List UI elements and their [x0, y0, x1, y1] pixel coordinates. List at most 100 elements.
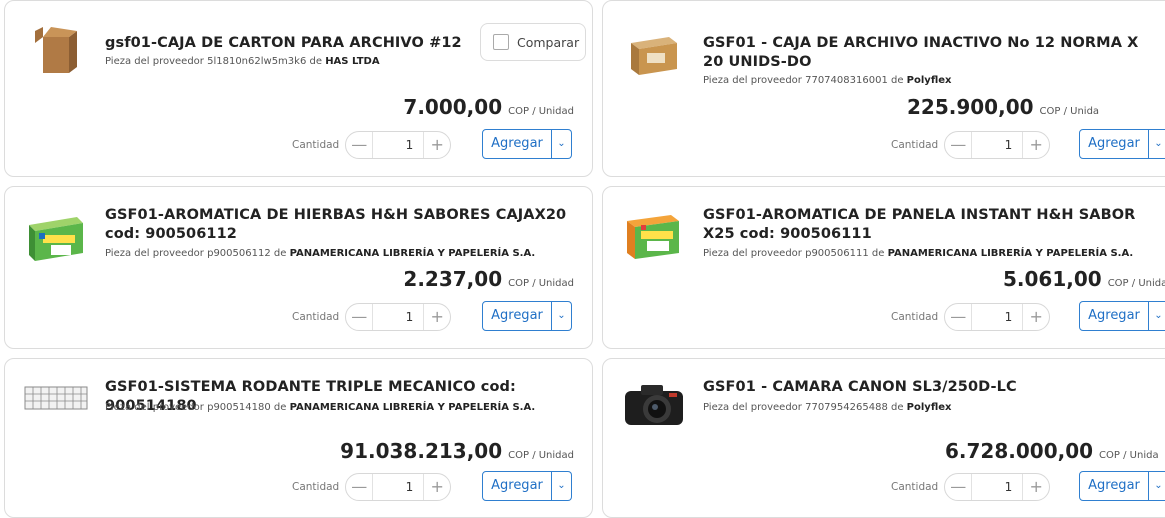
price-row: 2.237,00 COP / Unidad [403, 267, 574, 291]
supplier-name: Polyflex [906, 402, 952, 413]
supplier-name: PANAMERICANA LIBRERÍA Y PAPELERÍA S.A. [289, 248, 536, 259]
quantity-stepper[interactable]: — 1 + [944, 303, 1051, 331]
product-supplier: Pieza del proveedor p900506111 de PANAME… [703, 248, 1134, 259]
quantity-input[interactable]: 1 [971, 304, 1024, 330]
increment-button[interactable]: + [1023, 474, 1049, 500]
product-card: GSF01 - CAJA DE ARCHIVO INACTIVO No 12 N… [602, 0, 1165, 177]
quantity-input[interactable]: 1 [372, 304, 425, 330]
product-card: GSF01-AROMATICA DE HIERBAS H&H SABORES C… [4, 186, 593, 349]
increment-button[interactable]: + [1023, 132, 1049, 158]
supplier-name: HAS LTDA [325, 56, 380, 67]
product-card: GSF01 - CAMARA CANON SL3/250D-LC Pieza d… [602, 358, 1165, 518]
add-to-cart-group: Agregar ⌄ [482, 301, 572, 331]
compare-checkbox[interactable] [493, 34, 509, 50]
quantity-stepper[interactable]: — 1 + [345, 131, 452, 159]
product-price: 225.900,00 [907, 95, 1034, 119]
cardboard-box-image [35, 27, 77, 73]
product-price: 2.237,00 [403, 267, 503, 291]
product-card: GSF01-SISTEMA RODANTE TRIPLE MECANICO co… [4, 358, 593, 518]
price-row: 5.061,00 COP / Unida [1003, 267, 1165, 291]
increment-button[interactable]: + [1023, 304, 1049, 330]
quantity-label: Cantidad [891, 481, 939, 493]
quantity-stepper[interactable]: — 1 + [944, 473, 1051, 501]
quantity-control: Cantidad — 1 + [891, 131, 1051, 159]
compare-toggle[interactable]: Comparar [480, 23, 586, 61]
product-price: 7.000,00 [403, 95, 503, 119]
decrement-button[interactable]: — [945, 132, 971, 158]
quantity-stepper[interactable]: — 1 + [944, 131, 1051, 159]
price-unit: COP / Unidad [508, 278, 574, 289]
add-button[interactable]: Agregar [482, 129, 552, 159]
price-unit: COP / Unida [1107, 278, 1165, 289]
product-price: 6.728.000,00 [945, 439, 1094, 463]
product-title[interactable]: GSF01-AROMATICA DE HIERBAS H&H SABORES C… [105, 206, 575, 244]
quantity-label: Cantidad [292, 311, 340, 323]
add-button[interactable]: Agregar [482, 471, 552, 501]
add-to-cart-group: Agregar ⌄ [1079, 471, 1165, 501]
compare-label: Comparar [517, 34, 580, 50]
price-row: 225.900,00 COP / Unida [907, 95, 1163, 119]
product-title[interactable]: gsf01-CAJA DE CARTON PARA ARCHIVO #12 [105, 34, 465, 53]
increment-button[interactable]: + [424, 132, 450, 158]
decrement-button[interactable]: — [346, 474, 372, 500]
product-supplier: Pieza del proveedor p900514180 de PANAME… [105, 402, 536, 413]
quantity-control: Cantidad — 1 + [292, 473, 452, 501]
price-unit: COP / Unidad [508, 450, 574, 461]
quantity-label: Cantidad [891, 139, 939, 151]
quantity-stepper[interactable]: — 1 + [345, 303, 452, 331]
price-unit: COP / Unidad [508, 106, 574, 117]
add-button[interactable]: Agregar [482, 301, 552, 331]
supplier-name: PANAMERICANA LIBRERÍA Y PAPELERÍA S.A. [887, 248, 1134, 259]
decrement-button[interactable]: — [945, 474, 971, 500]
product-card: gsf01-CAJA DE CARTON PARA ARCHIVO #12 Pi… [4, 0, 593, 177]
add-dropdown-chevron-icon[interactable]: ⌄ [552, 471, 572, 501]
quantity-control: Cantidad — 1 + [292, 131, 452, 159]
decrement-button[interactable]: — [346, 132, 372, 158]
quantity-label: Cantidad [292, 481, 340, 493]
add-to-cart-group: Agregar ⌄ [1079, 301, 1165, 331]
product-title[interactable]: GSF01 - CAJA DE ARCHIVO INACTIVO No 12 N… [703, 34, 1153, 72]
shelving-image [24, 386, 88, 410]
quantity-input[interactable]: 1 [372, 132, 425, 158]
increment-button[interactable]: + [424, 474, 450, 500]
price-unit: COP / Unida [1039, 106, 1100, 117]
price-unit: COP / Unida [1099, 450, 1159, 461]
quantity-label: Cantidad [292, 139, 340, 151]
decrement-button[interactable]: — [346, 304, 372, 330]
tea-box-image [29, 217, 83, 261]
price-row: 7.000,00 COP / Unidad [403, 95, 574, 119]
add-button[interactable]: Agregar [1079, 129, 1149, 159]
product-card: GSF01-AROMATICA DE PANELA INSTANT H&H SA… [602, 186, 1165, 349]
add-button[interactable]: Agregar [1079, 471, 1149, 501]
product-supplier: Pieza del proveedor 7707408316001 de Pol… [703, 75, 952, 86]
quantity-stepper[interactable]: — 1 + [345, 473, 452, 501]
add-dropdown-chevron-icon[interactable]: ⌄ [1149, 129, 1165, 159]
product-price: 5.061,00 [1003, 267, 1102, 291]
add-button[interactable]: Agregar [1079, 301, 1149, 331]
quantity-control: Cantidad — 1 + [292, 303, 452, 331]
camera-image [625, 385, 683, 425]
product-supplier: Pieza del proveedor 5l1810n62lw5m3k6 de … [105, 56, 380, 67]
add-dropdown-chevron-icon[interactable]: ⌄ [552, 129, 572, 159]
product-title[interactable]: GSF01-AROMATICA DE PANELA INSTANT H&H SA… [703, 206, 1163, 244]
quantity-label: Cantidad [891, 311, 939, 323]
price-row: 91.038.213,00 COP / Unidad [340, 439, 574, 463]
decrement-button[interactable]: — [945, 304, 971, 330]
quantity-control: Cantidad — 1 + [891, 303, 1051, 331]
add-dropdown-chevron-icon[interactable]: ⌄ [1149, 301, 1165, 331]
quantity-control: Cantidad — 1 + [891, 473, 1051, 501]
add-to-cart-group: Agregar ⌄ [482, 129, 572, 159]
tea-box-image [627, 215, 679, 259]
supplier-name: Polyflex [906, 75, 952, 86]
quantity-input[interactable]: 1 [971, 474, 1024, 500]
add-dropdown-chevron-icon[interactable]: ⌄ [1149, 471, 1165, 501]
archive-box-image [631, 37, 677, 75]
increment-button[interactable]: + [424, 304, 450, 330]
supplier-name: PANAMERICANA LIBRERÍA Y PAPELERÍA S.A. [289, 402, 536, 413]
quantity-input[interactable]: 1 [372, 474, 425, 500]
price-row: 6.728.000,00 COP / Unida [945, 439, 1163, 463]
product-title[interactable]: GSF01 - CAMARA CANON SL3/250D-LC [703, 378, 1163, 397]
add-to-cart-group: Agregar ⌄ [482, 471, 572, 501]
quantity-input[interactable]: 1 [971, 132, 1024, 158]
add-dropdown-chevron-icon[interactable]: ⌄ [552, 301, 572, 331]
